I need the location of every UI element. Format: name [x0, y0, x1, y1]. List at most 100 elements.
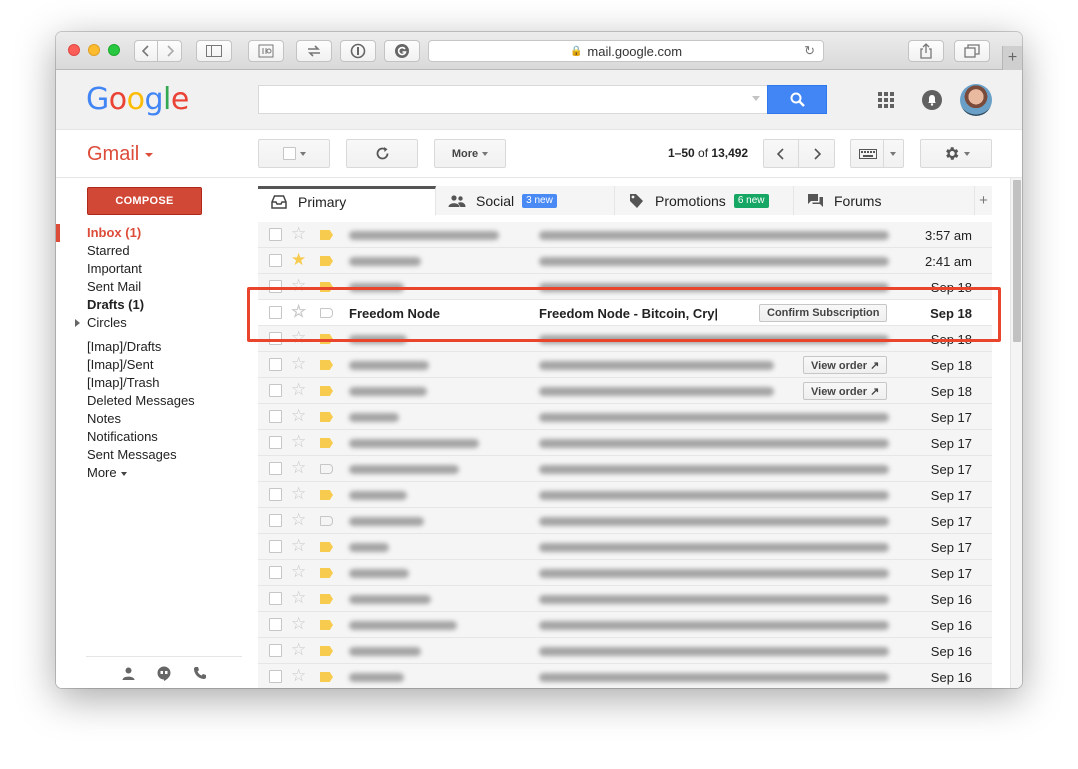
row-checkbox[interactable]: [269, 644, 282, 657]
star-icon[interactable]: ☆: [291, 433, 306, 451]
importance-marker-icon[interactable]: [320, 672, 333, 682]
extension-swap-button[interactable]: [296, 40, 332, 62]
reload-icon[interactable]: ↻: [804, 43, 815, 59]
row-checkbox[interactable]: [269, 228, 282, 241]
zoom-window-button[interactable]: [108, 44, 120, 56]
row-checkbox[interactable]: [269, 618, 282, 631]
close-window-button[interactable]: [68, 44, 80, 56]
star-icon[interactable]: ☆: [291, 225, 306, 243]
importance-marker-icon[interactable]: [320, 438, 333, 448]
confirm-subscription-button[interactable]: Confirm Subscription: [759, 304, 888, 322]
scrollbar[interactable]: [1010, 178, 1022, 688]
row-checkbox[interactable]: [269, 280, 282, 293]
older-page-button[interactable]: [799, 139, 835, 168]
expand-triangle-icon[interactable]: [75, 319, 80, 327]
importance-marker-icon[interactable]: [320, 490, 333, 500]
tab-primary[interactable]: Primary: [258, 186, 436, 216]
tab-social[interactable]: Social 3 new: [436, 186, 615, 215]
star-icon[interactable]: ☆: [291, 355, 306, 373]
refresh-button[interactable]: [346, 139, 418, 168]
sidebar-item-important[interactable]: Important: [56, 260, 252, 278]
gmail-product-switcher[interactable]: Gmail: [87, 143, 154, 166]
email-row[interactable]: ☆ Sep 18: [258, 326, 992, 352]
settings-button[interactable]: [920, 139, 992, 168]
email-row[interactable]: ☆ View order ↗ Sep 18: [258, 352, 992, 378]
sidebar-item-sent-messages[interactable]: Sent Messages: [56, 446, 252, 464]
select-all-button[interactable]: [258, 139, 330, 168]
notifications-bell-icon[interactable]: [922, 90, 942, 110]
importance-marker-icon[interactable]: [320, 230, 333, 240]
importance-marker-icon[interactable]: [320, 282, 333, 292]
importance-marker-icon[interactable]: [320, 412, 333, 422]
row-checkbox[interactable]: [269, 488, 282, 501]
email-row[interactable]: ☆ Sep 16: [258, 586, 992, 612]
email-row[interactable]: ★ 2:41 am: [258, 248, 992, 274]
row-checkbox[interactable]: [269, 670, 282, 683]
star-icon[interactable]: ☆: [291, 485, 306, 503]
row-checkbox[interactable]: [269, 592, 282, 605]
hangouts-quote-icon[interactable]: [156, 665, 172, 681]
sidebar-item-drafts-1[interactable]: Drafts (1): [56, 296, 252, 314]
tab-forums[interactable]: Forums: [794, 186, 974, 215]
row-checkbox[interactable]: [269, 566, 282, 579]
star-icon[interactable]: ☆: [291, 459, 306, 477]
phone-call-icon[interactable]: [192, 665, 208, 681]
new-tab-button[interactable]: +: [1002, 46, 1022, 70]
importance-marker-icon[interactable]: [320, 568, 333, 578]
row-checkbox[interactable]: [269, 462, 282, 475]
email-row[interactable]: ☆ Sep 17: [258, 560, 992, 586]
importance-marker-icon[interactable]: [320, 256, 333, 266]
importance-marker-icon[interactable]: [320, 386, 333, 396]
star-icon[interactable]: ☆: [291, 277, 306, 295]
star-icon[interactable]: ☆: [291, 303, 306, 321]
email-row[interactable]: ☆ Sep 17: [258, 430, 992, 456]
tabs-overview-button[interactable]: [954, 40, 990, 62]
search-options-caret-icon[interactable]: [752, 96, 760, 101]
tab-promotions[interactable]: Promotions 6 new: [615, 186, 794, 215]
google-logo[interactable]: Google: [86, 82, 189, 117]
email-row[interactable]: ☆ Sep 16: [258, 612, 992, 638]
importance-marker-icon[interactable]: [320, 334, 333, 344]
importance-marker-icon[interactable]: [320, 464, 333, 474]
star-icon[interactable]: ☆: [291, 667, 306, 685]
sidebar-item-circles[interactable]: Circles: [56, 314, 252, 332]
email-row[interactable]: ☆ Sep 17: [258, 404, 992, 430]
forward-button[interactable]: [158, 40, 182, 62]
sidebar-item-imap-sent[interactable]: [Imap]/Sent: [56, 356, 252, 374]
email-row[interactable]: ☆ Sep 18: [258, 274, 992, 300]
newer-page-button[interactable]: [763, 139, 799, 168]
row-checkbox[interactable]: [269, 436, 282, 449]
sidebar-item-notes[interactable]: Notes: [56, 410, 252, 428]
sidebar-item-imap-drafts[interactable]: [Imap]/Drafts: [56, 338, 252, 356]
importance-marker-icon[interactable]: [320, 646, 333, 656]
star-icon[interactable]: ☆: [291, 511, 306, 529]
contacts-person-icon[interactable]: [120, 665, 136, 681]
extension-instapaper-button[interactable]: [248, 40, 284, 62]
email-row[interactable]: ☆ 3:57 am: [258, 222, 992, 248]
starred-icon[interactable]: ★: [291, 251, 306, 269]
sidebar-item-more[interactable]: More: [56, 464, 252, 482]
importance-marker-icon[interactable]: [320, 620, 333, 630]
star-icon[interactable]: ☆: [291, 537, 306, 555]
account-avatar[interactable]: [960, 84, 992, 116]
view-order-button[interactable]: View order ↗: [803, 382, 888, 400]
sidebar-item-deleted-messages[interactable]: Deleted Messages: [56, 392, 252, 410]
sidebar-item-starred[interactable]: Starred: [56, 242, 252, 260]
importance-marker-icon[interactable]: [320, 542, 333, 552]
sidebar-item-sent-mail[interactable]: Sent Mail: [56, 278, 252, 296]
apps-grid-icon[interactable]: [878, 92, 894, 108]
email-row[interactable]: ☆ Sep 17: [258, 534, 992, 560]
search-button[interactable]: [767, 85, 827, 114]
row-checkbox[interactable]: [269, 358, 282, 371]
star-icon[interactable]: ☆: [291, 589, 306, 607]
more-actions-button[interactable]: More: [434, 139, 506, 168]
row-checkbox[interactable]: [269, 514, 282, 527]
star-icon[interactable]: ☆: [291, 329, 306, 347]
scrollbar-thumb[interactable]: [1013, 180, 1021, 342]
row-checkbox[interactable]: [269, 384, 282, 397]
star-icon[interactable]: ☆: [291, 381, 306, 399]
compose-button[interactable]: COMPOSE: [87, 187, 202, 215]
row-checkbox[interactable]: [269, 332, 282, 345]
sidebar-item-imap-trash[interactable]: [Imap]/Trash: [56, 374, 252, 392]
add-tab-button[interactable]: +: [974, 186, 992, 215]
